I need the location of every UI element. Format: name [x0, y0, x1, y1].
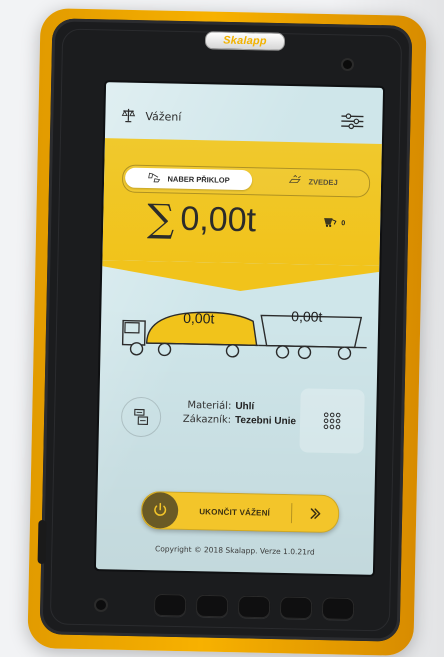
total-weight: ∑ 0,00t [146, 196, 257, 241]
hardware-button-5[interactable] [321, 597, 355, 621]
customer-label: Zákazník: [182, 413, 232, 426]
hardware-button-3[interactable] [237, 595, 271, 619]
vehicle-weights: 0,00t 0,00t [112, 292, 368, 367]
front-camera [343, 60, 352, 69]
bottom-sensor [96, 600, 106, 610]
panel-chevron [102, 260, 380, 292]
tablet-screen: Vážení NABER PŘIKLOP ZVEDEJ ∑ 0,00t 0 0,… [95, 82, 384, 575]
info-labels: Materiál: Zákazník: [169, 399, 232, 428]
grid-icon [323, 412, 341, 430]
scale-icon [119, 106, 137, 124]
brand-logo: Skalapp [204, 31, 286, 51]
mode-tabs: NABER PŘIKLOP ZVEDEJ [121, 164, 371, 198]
finish-separator [290, 503, 293, 524]
sum-icon: ∑ [146, 196, 175, 241]
double-chevron-right-icon [302, 500, 329, 527]
settings-menu-icon[interactable] [338, 112, 366, 131]
hardware-button-4[interactable] [279, 596, 313, 620]
app-title: Vážení [119, 106, 182, 125]
side-button[interactable] [37, 519, 47, 565]
app-title-label: Vážení [145, 109, 182, 124]
material-label: Materiál: [187, 399, 232, 412]
bucket-load-icon [147, 171, 161, 185]
info-values: Uhlí Tezebni Unie [235, 400, 297, 429]
hardware-buttons [153, 593, 361, 628]
bucket-icon [322, 216, 338, 230]
hardware-button-1[interactable] [153, 593, 187, 617]
finish-weighing-button[interactable]: UKONČIT VÁŽENÍ [140, 490, 340, 534]
bucket-counter: 0 [322, 216, 345, 230]
keypad-button[interactable] [299, 388, 365, 454]
tab-naber-priklop[interactable]: NABER PŘIKLOP [124, 167, 253, 191]
photo-stage: Skalapp Vážení NABER PŘIKLOP ZVEDEJ ∑ 0,… [0, 0, 444, 657]
tab-naber-priklop-label: NABER PŘIKLOP [167, 173, 230, 185]
truck-trailer-icon [121, 311, 367, 360]
lift-icon [288, 174, 302, 188]
bucket-count: 0 [341, 219, 346, 227]
cargo-icon [120, 396, 162, 438]
hardware-button-2[interactable] [195, 594, 229, 618]
finish-weighing-label: UKONČIT VÁŽENÍ [199, 506, 271, 518]
tab-zvedej[interactable]: ZVEDEJ [259, 170, 367, 192]
truck-weight: 0,00t [183, 309, 215, 327]
trailer-weight: 0,00t [291, 308, 323, 325]
copyright-text: Copyright © 2018 Skalapp. Verze 1.0.21rd [154, 544, 315, 557]
job-info: Materiál: Zákazník: Uhlí Tezebni Unie [111, 388, 367, 454]
customer-value: Tezebni Unie [234, 414, 297, 428]
tab-zvedej-label: ZVEDEJ [308, 176, 338, 187]
material-value: Uhlí [235, 400, 255, 413]
power-icon [141, 492, 179, 529]
total-weight-value: 0,00t [180, 199, 257, 240]
